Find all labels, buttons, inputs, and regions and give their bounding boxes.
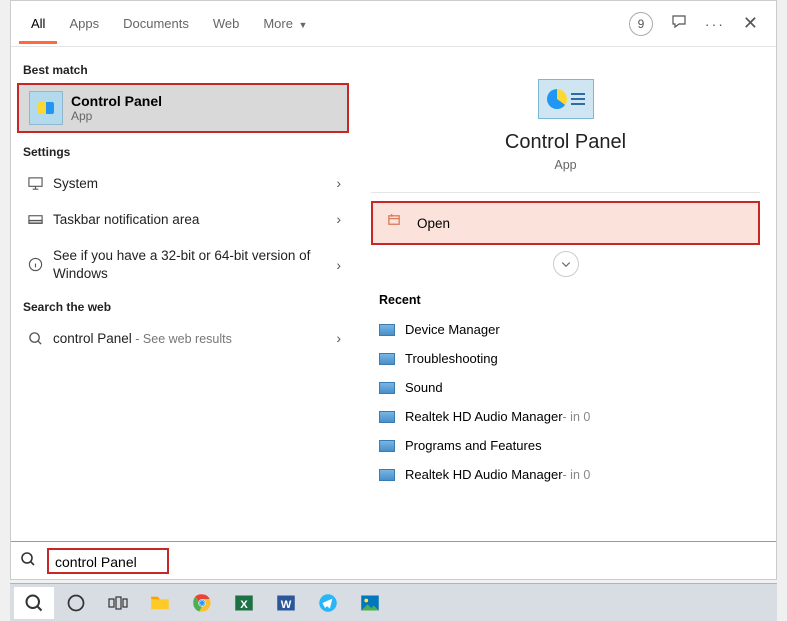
photos-icon[interactable]: [350, 587, 390, 619]
settings-item-icon: [379, 324, 395, 336]
search-web-header: Search the web: [11, 292, 355, 320]
recent-item[interactable]: Troubleshooting: [365, 344, 766, 373]
recent-label: Realtek HD Audio Manager: [405, 409, 563, 424]
detail-subtitle: App: [365, 158, 766, 172]
best-match-header: Best match: [11, 55, 355, 83]
chevron-right-icon: ›: [336, 257, 341, 273]
recent-label: Troubleshooting: [405, 351, 498, 366]
search-input-highlight: [47, 548, 169, 574]
tab-more[interactable]: More ▼: [251, 4, 319, 44]
settings-item-icon: [379, 440, 395, 452]
recent-label: Programs and Features: [405, 438, 542, 453]
telegram-icon[interactable]: [308, 587, 348, 619]
taskbar: X W: [10, 583, 777, 621]
file-explorer-icon[interactable]: [140, 587, 180, 619]
svg-text:W: W: [281, 599, 292, 611]
cortana-icon[interactable]: [56, 587, 96, 619]
settings-item-system[interactable]: System ›: [11, 165, 355, 201]
rewards-badge[interactable]: 9: [629, 12, 653, 36]
chevron-right-icon: ›: [336, 211, 341, 227]
results-left-column: Best match Control Panel App Settings Sy…: [11, 47, 355, 541]
chevron-right-icon: ›: [336, 330, 341, 346]
recent-item[interactable]: Realtek HD Audio Manager - in 0: [365, 460, 766, 489]
chevron-right-icon: ›: [336, 175, 341, 191]
web-result-row[interactable]: control Panel - See web results ›: [11, 320, 355, 356]
open-icon: [387, 213, 407, 233]
tab-documents[interactable]: Documents: [111, 4, 201, 44]
detail-title: Control Panel: [365, 131, 766, 154]
search-icon: [11, 551, 45, 571]
taskbar-search-button[interactable]: [14, 587, 54, 619]
settings-item-icon: [379, 353, 395, 365]
web-result-label: control Panel - See web results: [53, 331, 336, 346]
recent-suffix: - in 0: [563, 410, 591, 424]
tab-all[interactable]: All: [19, 4, 57, 44]
search-box: [11, 541, 776, 579]
recent-item[interactable]: Device Manager: [365, 315, 766, 344]
recent-item[interactable]: Programs and Features: [365, 431, 766, 460]
filter-tabs: All Apps Documents Web More ▼: [19, 4, 319, 44]
settings-item-bitness[interactable]: See if you have a 32-bit or 64-bit versi…: [11, 237, 355, 292]
recent-label: Sound: [405, 380, 443, 395]
recent-item[interactable]: Realtek HD Audio Manager - in 0: [365, 402, 766, 431]
tab-apps[interactable]: Apps: [57, 4, 111, 44]
task-view-icon[interactable]: [98, 587, 138, 619]
top-right-controls: 9 ··· ✕: [629, 12, 768, 36]
search-results-window: All Apps Documents Web More ▼ 9 ··· ✕ Be…: [10, 0, 777, 580]
best-match-title: Control Panel: [71, 93, 162, 109]
recent-header: Recent: [365, 287, 766, 315]
expand-button[interactable]: [553, 251, 579, 277]
recent-suffix: - in 0: [563, 468, 591, 482]
info-icon: [25, 257, 45, 272]
recent-label: Device Manager: [405, 322, 500, 337]
top-bar: All Apps Documents Web More ▼ 9 ··· ✕: [11, 1, 776, 47]
word-icon[interactable]: W: [266, 587, 306, 619]
results-body: Best match Control Panel App Settings Sy…: [11, 47, 776, 541]
divider: [371, 192, 760, 193]
settings-item-icon: [379, 469, 395, 481]
open-action[interactable]: Open: [371, 201, 760, 245]
control-panel-large-icon: [538, 79, 594, 119]
search-icon: [25, 331, 45, 346]
taskbar-icon: [25, 212, 45, 227]
detail-pane: Control Panel App Open Recent Device Man…: [355, 47, 776, 541]
settings-item-icon: [379, 411, 395, 423]
recent-item[interactable]: Sound: [365, 373, 766, 402]
settings-item-label: System: [53, 176, 336, 191]
open-label: Open: [417, 216, 450, 231]
best-match-result[interactable]: Control Panel App: [17, 83, 349, 133]
recent-label: Realtek HD Audio Manager: [405, 467, 563, 482]
monitor-icon: [25, 176, 45, 191]
settings-item-icon: [379, 382, 395, 394]
svg-text:X: X: [240, 599, 248, 611]
settings-item-label: Taskbar notification area: [53, 212, 336, 227]
control-panel-icon: [29, 91, 63, 125]
feedback-icon[interactable]: [671, 14, 687, 33]
search-input[interactable]: [53, 550, 163, 572]
tab-web[interactable]: Web: [201, 4, 252, 44]
more-options-icon[interactable]: ···: [705, 16, 725, 32]
settings-item-label: See if you have a 32-bit or 64-bit versi…: [53, 247, 336, 282]
chevron-down-icon: ▼: [296, 20, 307, 30]
close-icon[interactable]: ✕: [743, 13, 758, 34]
settings-item-taskbar[interactable]: Taskbar notification area ›: [11, 201, 355, 237]
settings-header: Settings: [11, 137, 355, 165]
chrome-icon[interactable]: [182, 587, 222, 619]
best-match-subtitle: App: [71, 109, 162, 123]
excel-icon[interactable]: X: [224, 587, 264, 619]
